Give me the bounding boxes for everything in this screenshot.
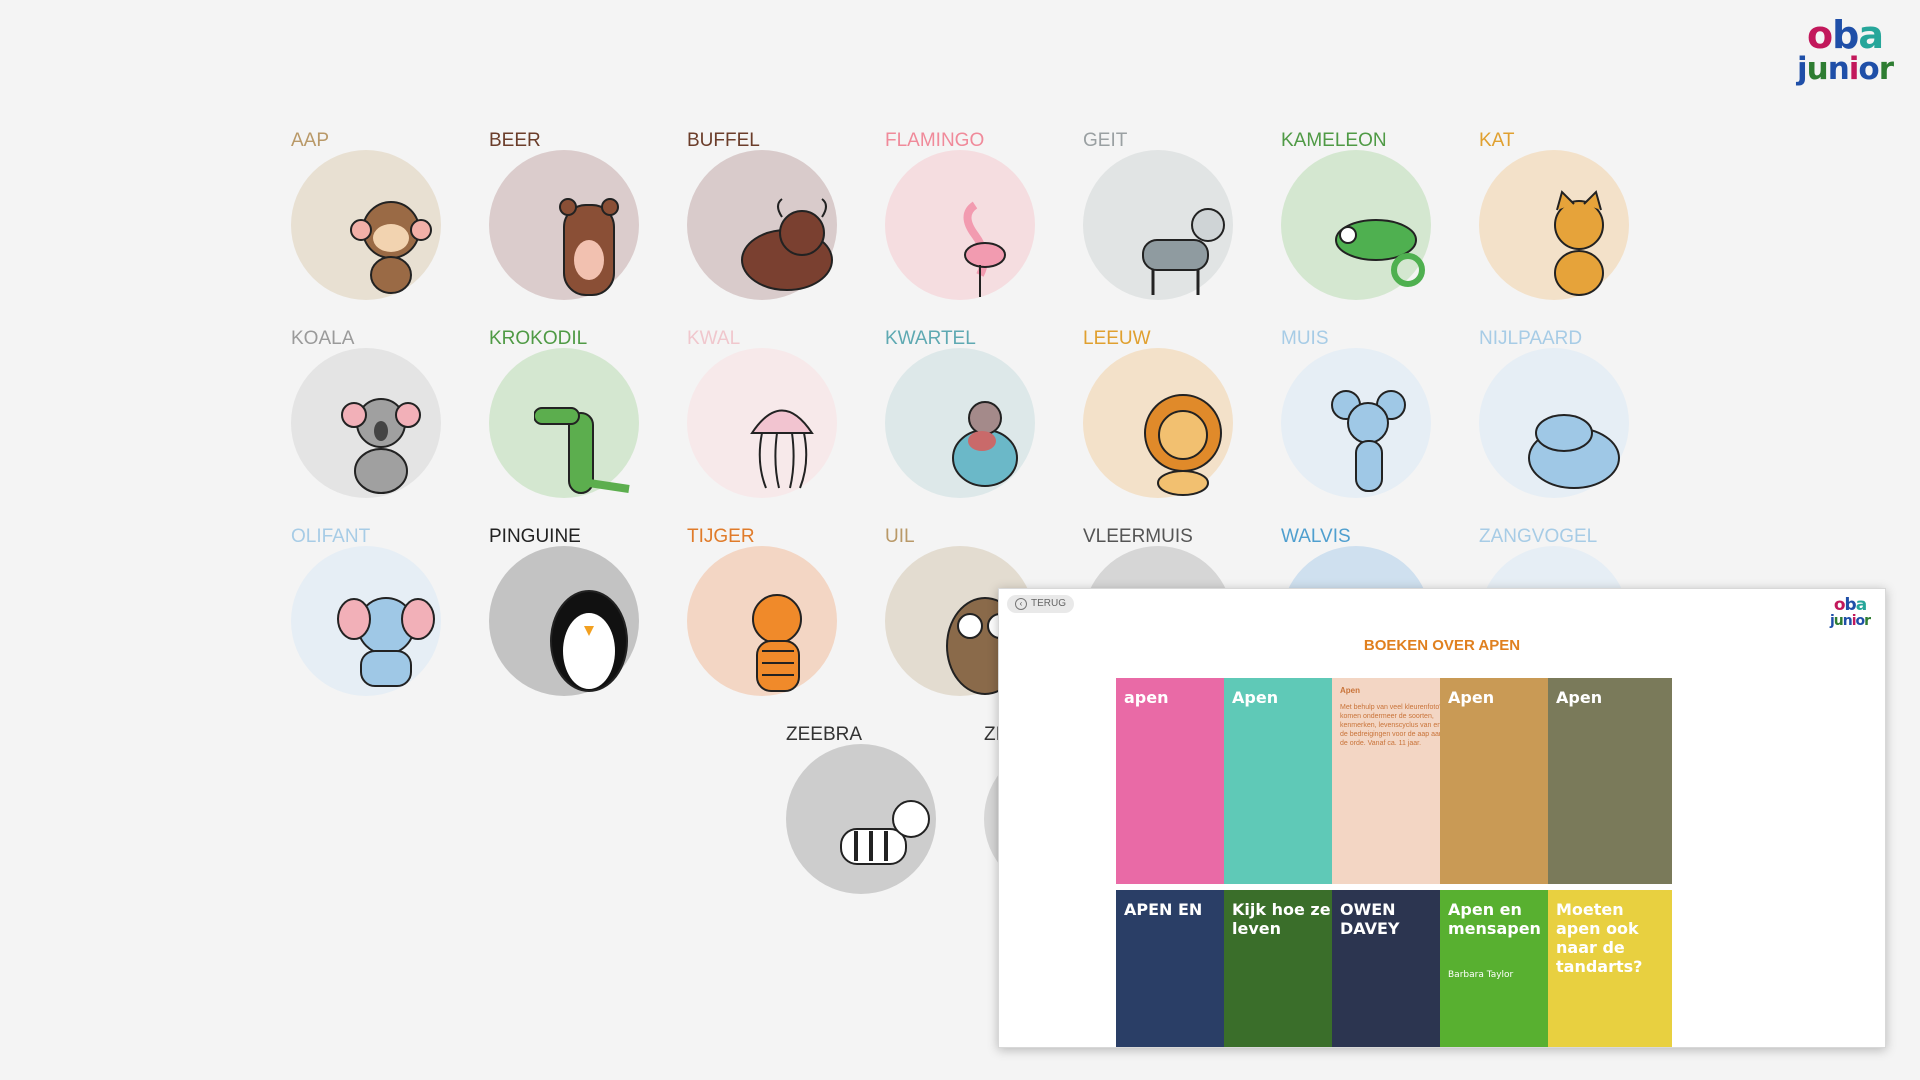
back-arrow-icon: ‹ (1015, 598, 1027, 610)
buffalo-icon (741, 198, 833, 291)
animal-label: BUFFEL (687, 130, 760, 151)
books-popup: ‹ TERUG oba junior BOEKEN OVER APEN apen… (998, 588, 1886, 1048)
animal-tile-buffel[interactable]: BUFFEL (687, 130, 837, 300)
animal-label: AAP (291, 130, 330, 151)
book-title: Apen (1556, 688, 1603, 707)
animal-label: BEER (489, 130, 541, 151)
crocodile-icon (534, 407, 630, 494)
animal-label: ZEEBRA (786, 724, 863, 745)
animal-tile-kameleon[interactable]: KAMELEON (1281, 130, 1431, 300)
book-title: Moeten apen ook naar de tandarts? (1556, 900, 1643, 976)
animal-label: KWAL (687, 328, 741, 349)
book-title: Kijk hoe ze leven (1232, 900, 1331, 938)
popup-title: BOEKEN OVER APEN (1363, 637, 1521, 654)
animal-tile-aap[interactable]: AAP (291, 130, 441, 300)
animal-tile-geit[interactable]: GEIT (1083, 130, 1233, 300)
animal-label: TIJGER (687, 526, 755, 547)
animal-tile-muis[interactable]: MUIS (1281, 328, 1431, 498)
logo-letter: a (1855, 595, 1868, 615)
animal-label: KROKODIL (489, 328, 588, 349)
animal-label: PINGUINE (489, 526, 581, 547)
animal-label: KWARTEL (885, 328, 976, 349)
animal-label: VLEERMUIS (1083, 526, 1193, 547)
logo-letter: r (1864, 613, 1871, 629)
animal-label: LEEUW (1083, 328, 1151, 349)
animal-label: KAT (1479, 130, 1515, 151)
lion-icon (1144, 394, 1222, 496)
chameleon-icon (1335, 219, 1425, 287)
animal-label: UIL (885, 526, 915, 547)
book-cover[interactable]: Apen (1548, 678, 1672, 884)
logo-letter: u (1833, 613, 1844, 629)
book-cover[interactable]: Kijk hoe ze leven (1224, 890, 1348, 1047)
animal-tile-kwal[interactable]: KWAL (687, 328, 837, 498)
animal-tile-kat[interactable]: KAT (1479, 130, 1629, 300)
jellyfish-icon (750, 409, 814, 489)
book-cover[interactable]: Apen Met behulp van veel kleurenfoto's ko… (1332, 678, 1456, 884)
book-title: Apen en mensapen (1448, 900, 1541, 938)
cat-icon (1554, 190, 1604, 296)
book-title: apen (1124, 688, 1169, 707)
animal-tile-krokodil[interactable]: KROKODIL (489, 328, 639, 498)
logo-letter: o (1855, 613, 1866, 629)
animal-label: GEIT (1083, 130, 1128, 151)
book-cover[interactable]: OWEN DAVEYALLEMAAL APEN (1332, 890, 1456, 1047)
animal-tile-zeebra[interactable]: ZEEBRA (786, 724, 936, 894)
animal-tile-flamingo[interactable]: FLAMINGO (885, 130, 1035, 300)
book-cover[interactable]: Apen (1440, 678, 1564, 884)
bear-icon (559, 198, 619, 296)
book-title: OWEN DAVEY (1340, 900, 1400, 938)
animal-tile-leeuw[interactable]: LEEUW (1083, 328, 1233, 498)
animal-label: NIJLPAARD (1479, 328, 1583, 349)
animal-label: KOALA (291, 328, 355, 349)
animal-label: MUIS (1281, 328, 1329, 349)
back-label: TERUG (1031, 598, 1066, 609)
koala-icon (341, 398, 421, 494)
book-description: Met behulp van veel kleurenfoto's komen … (1340, 704, 1445, 747)
book-cover[interactable]: Apen (1224, 678, 1348, 884)
tiger-icon (752, 594, 802, 692)
animal-label: WALVIS (1281, 526, 1351, 547)
animal-tile-olifant[interactable]: OLIFANT (291, 526, 441, 696)
book-title: Apen (1232, 688, 1279, 707)
mouse-icon (1331, 390, 1406, 492)
animal-label: OLIFANT (291, 526, 371, 547)
hippo-icon (1528, 414, 1620, 489)
book-cover[interactable]: Moeten apen ook naar de tandarts?en ande… (1548, 890, 1672, 1047)
animal-tile-pinguine[interactable]: PINGUINE (489, 526, 639, 696)
logo-letter: n (1842, 613, 1853, 629)
animal-label: ZANGVOGEL (1479, 526, 1598, 547)
animal-label: KAMELEON (1281, 130, 1387, 151)
animal-tile-tijger[interactable]: TIJGER (687, 526, 837, 696)
animal-tile-beer[interactable]: BEER (489, 130, 639, 300)
logo-letter: o (1833, 595, 1846, 615)
book-title: Apen (1340, 686, 1360, 695)
back-button[interactable]: ‹ TERUG (1007, 595, 1074, 613)
flamingo-icon (963, 201, 1006, 297)
animal-tile-koala[interactable]: KOALA (291, 328, 441, 498)
logo-letter: b (1844, 595, 1857, 615)
animal-tile-nijlpaard[interactable]: NIJLPAARD (1479, 328, 1629, 498)
book-cover[interactable]: apen (1116, 678, 1240, 884)
elephant-icon (337, 597, 435, 687)
monkey-icon (350, 201, 432, 294)
animal-tile-kwartel[interactable]: KWARTEL (885, 328, 1035, 498)
book-cover[interactable]: APEN EN (1116, 890, 1240, 1047)
animal-label: FLAMINGO (885, 130, 985, 151)
popup-oba-junior-logo: oba junior (1825, 597, 1875, 637)
zebra-icon (840, 800, 930, 865)
book-title: Apen (1448, 688, 1495, 707)
book-cover[interactable]: Apen en mensapen Barbara Taylor (1440, 890, 1564, 1047)
penguin-icon (550, 590, 628, 692)
book-title: APEN EN (1124, 900, 1203, 919)
book-author: Barbara Taylor (1448, 970, 1514, 980)
quail-icon (952, 401, 1018, 487)
goat-icon (1142, 208, 1225, 295)
